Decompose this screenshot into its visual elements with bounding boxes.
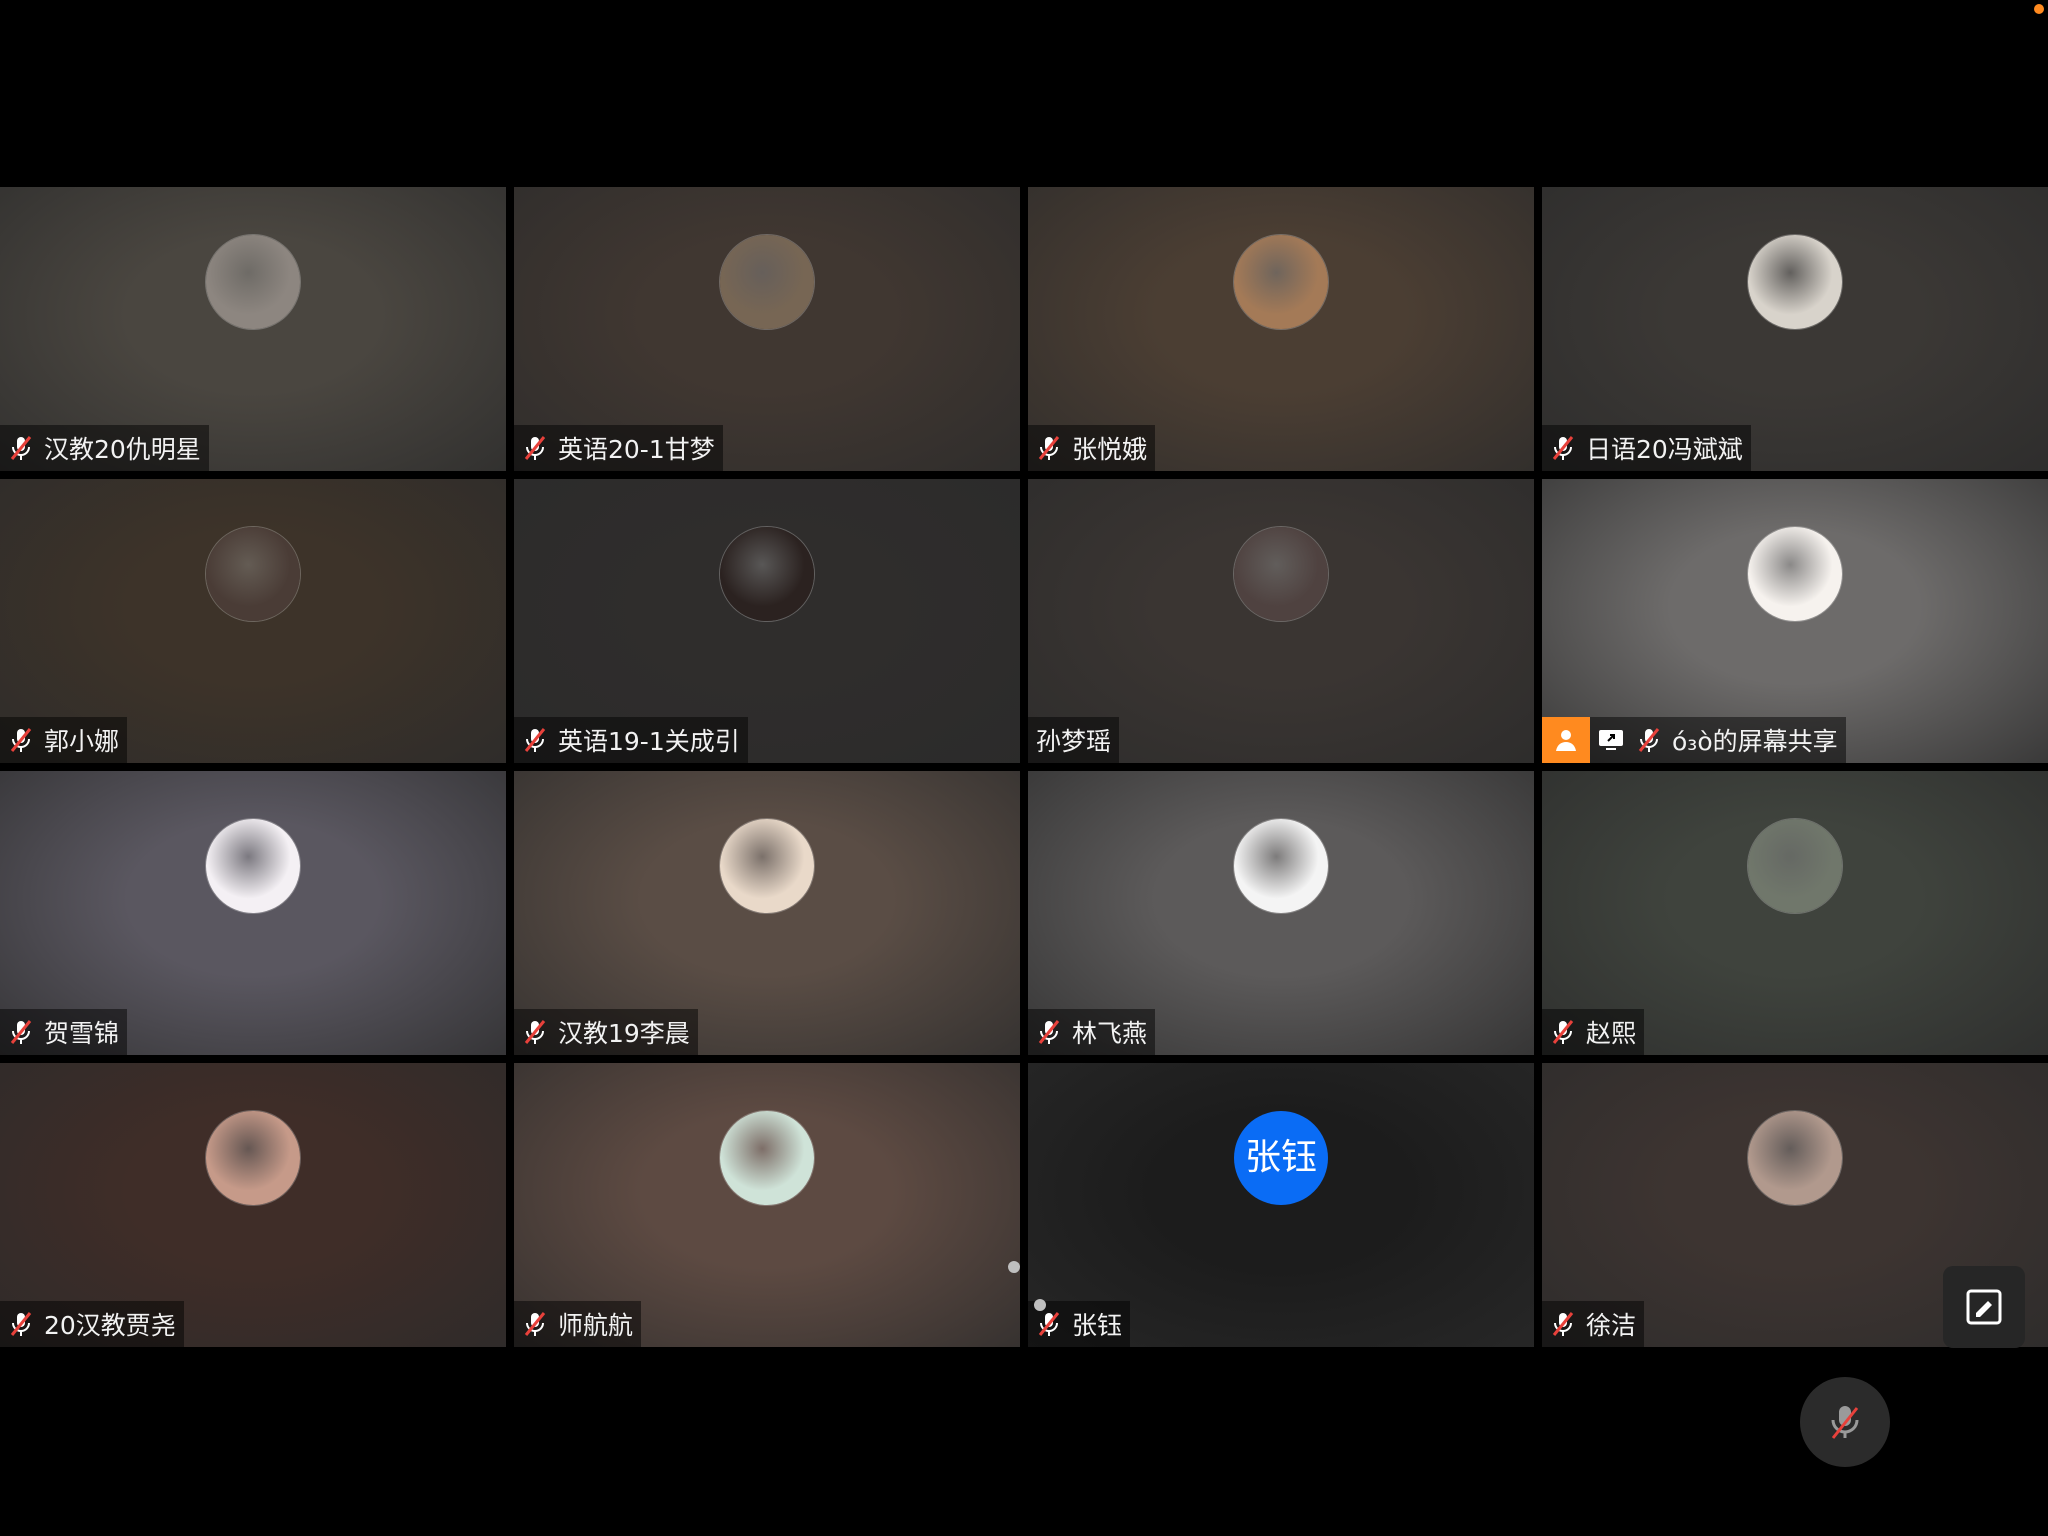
avatar xyxy=(206,819,300,913)
avatar xyxy=(720,1111,814,1205)
participant-label: 赵熙 xyxy=(1542,1009,1645,1055)
participant-name: 师航航 xyxy=(558,1311,634,1340)
avatar xyxy=(720,527,814,621)
participant-name: 张悦娥 xyxy=(1072,435,1148,464)
participant-tile[interactable]: 师航航 xyxy=(514,1063,1020,1347)
participant-tile[interactable]: 孙梦瑶 xyxy=(1028,479,1534,763)
mic-muted-icon xyxy=(524,436,546,460)
participant-label: 郭小娜 xyxy=(0,717,128,763)
participant-label: 英语20-1甘梦 xyxy=(514,425,723,471)
page-dot xyxy=(1034,1299,1046,1311)
participant-label: 张悦娥 xyxy=(1028,425,1156,471)
participant-tile[interactable]: 郭小娜 xyxy=(0,479,506,763)
participant-label: 林飞燕 xyxy=(1028,1009,1156,1055)
avatar xyxy=(720,235,814,329)
participant-label: 20汉教贾尧 xyxy=(0,1301,184,1347)
avatar xyxy=(1234,527,1328,621)
mic-muted-icon xyxy=(524,1312,546,1336)
participant-name: 汉教19李晨 xyxy=(558,1019,690,1048)
mic-muted-icon xyxy=(1552,1312,1574,1336)
participant-tile[interactable]: ό₃ὸ的屏幕共享 xyxy=(1542,479,2048,763)
participant-name: 日语20冯斌斌 xyxy=(1586,435,1743,464)
participant-label: 汉教19李晨 xyxy=(514,1009,698,1055)
avatar xyxy=(206,527,300,621)
participant-tile[interactable]: 贺雪锦 xyxy=(0,771,506,1055)
screen-share-icon xyxy=(1599,730,1623,750)
participant-label: 徐洁 xyxy=(1542,1301,1645,1347)
person-icon xyxy=(1542,717,1590,763)
participant-name: 徐洁 xyxy=(1586,1311,1637,1340)
mic-muted-icon xyxy=(1038,436,1060,460)
mic-muted-icon xyxy=(524,1020,546,1044)
participant-tile[interactable]: 汉教19李晨 xyxy=(514,771,1020,1055)
avatar xyxy=(1748,1111,1842,1205)
mic-muted-icon xyxy=(1552,436,1574,460)
page-dot xyxy=(1008,1261,1020,1273)
avatar xyxy=(1234,235,1328,329)
participant-name: 赵熙 xyxy=(1586,1019,1637,1048)
avatar xyxy=(206,1111,300,1205)
participant-label: 汉教20仇明星 xyxy=(0,425,209,471)
avatar: 张钰 xyxy=(1234,1111,1328,1205)
participant-tile[interactable]: 张悦娥 xyxy=(1028,187,1534,471)
participant-name: 孙梦瑶 xyxy=(1036,727,1112,756)
participant-tile[interactable]: 英语19-1关成引 xyxy=(514,479,1020,763)
edit-window-button[interactable] xyxy=(1943,1266,2025,1348)
status-dot xyxy=(2034,4,2044,14)
participant-label: 贺雪锦 xyxy=(0,1009,128,1055)
participant-label: 英语19-1关成引 xyxy=(514,717,748,763)
mic-muted-icon xyxy=(1552,1020,1574,1044)
mic-muted-icon xyxy=(10,1020,32,1044)
video-grid: 汉教20仇明星 英语20-1甘梦 张悦娥 日语20冯斌斌 郭小娜 英语19-1关… xyxy=(0,187,2048,1349)
participant-label: 孙梦瑶 xyxy=(1028,717,1120,763)
mic-muted-icon xyxy=(10,436,32,460)
participant-tile[interactable]: 张钰 张钰 xyxy=(1028,1063,1534,1347)
participant-name: 郭小娜 xyxy=(44,727,120,756)
avatar xyxy=(206,235,300,329)
mic-muted-icon xyxy=(524,728,546,752)
participant-label: ό₃ὸ的屏幕共享 xyxy=(1542,717,1846,763)
participant-name: 张钰 xyxy=(1072,1311,1123,1340)
mic-muted-icon xyxy=(10,1312,32,1336)
participant-tile[interactable]: 汉教20仇明星 xyxy=(0,187,506,471)
avatar xyxy=(1748,235,1842,329)
participant-tile[interactable]: 日语20冯斌斌 xyxy=(1542,187,2048,471)
mic-off-icon xyxy=(1831,1406,1859,1439)
mic-toggle-button[interactable] xyxy=(1800,1377,1890,1467)
participant-name: 林飞燕 xyxy=(1072,1019,1148,1048)
avatar xyxy=(1234,819,1328,913)
participant-tile[interactable]: 林飞燕 xyxy=(1028,771,1534,1055)
mic-muted-icon xyxy=(1038,1020,1060,1044)
avatar xyxy=(1748,819,1842,913)
mic-muted-icon xyxy=(1038,1312,1060,1336)
participant-tile[interactable]: 英语20-1甘梦 xyxy=(514,187,1020,471)
mic-muted-icon xyxy=(1638,728,1660,752)
participant-name: 英语20-1甘梦 xyxy=(558,435,715,464)
participant-name: 贺雪锦 xyxy=(44,1019,120,1048)
participant-name: 汉教20仇明星 xyxy=(44,435,201,464)
participant-name: ό₃ὸ的屏幕共享 xyxy=(1672,727,1838,756)
participant-tile[interactable]: 20汉教贾尧 xyxy=(0,1063,506,1347)
participant-label: 日语20冯斌斌 xyxy=(1542,425,1751,471)
participant-tile[interactable]: 赵熙 xyxy=(1542,771,2048,1055)
participant-label: 师航航 xyxy=(514,1301,642,1347)
edit-window-icon xyxy=(1966,1289,2002,1325)
avatar xyxy=(1748,527,1842,621)
participant-name: 20汉教贾尧 xyxy=(44,1311,176,1340)
avatar xyxy=(720,819,814,913)
participant-name: 英语19-1关成引 xyxy=(558,727,740,756)
mic-muted-icon xyxy=(10,728,32,752)
